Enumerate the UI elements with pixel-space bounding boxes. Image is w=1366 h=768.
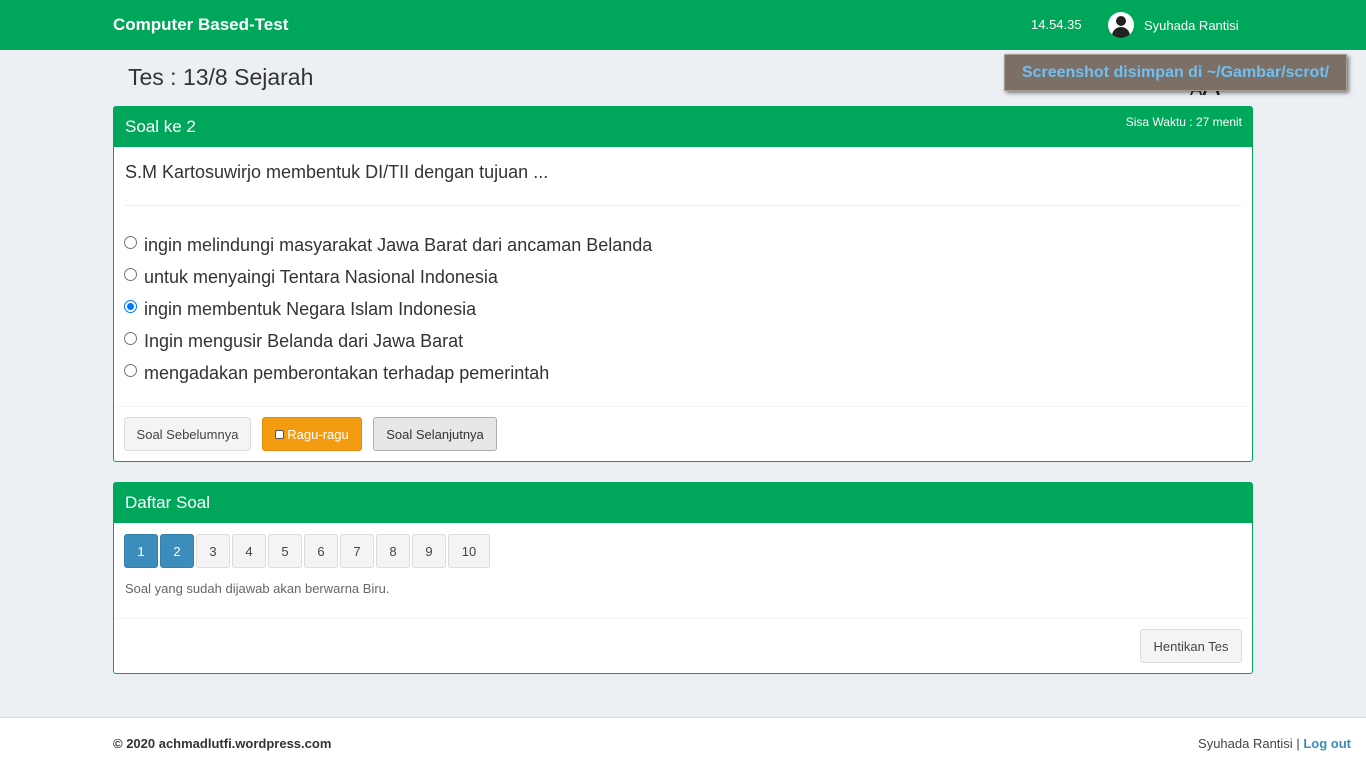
question-list-header: Daftar Soal (114, 483, 1252, 523)
next-question-button[interactable]: Soal Selanjutnya (373, 417, 497, 451)
question-list-title: Daftar Soal (125, 493, 211, 512)
previous-question-button[interactable]: Soal Sebelumnya (124, 417, 251, 451)
question-number-button-8[interactable]: 8 (376, 534, 410, 568)
question-number-title: Soal ke 2 (125, 117, 196, 136)
logout-link[interactable]: Log out (1303, 736, 1351, 751)
answer-option-label: ingin melindungi masyarakat Jawa Barat d… (144, 234, 653, 255)
question-box-header: Soal ke 2 Sisa Waktu : 27 menit (114, 107, 1252, 147)
footer-user-area: Syuhada Rantisi | Log out (1198, 736, 1351, 751)
ragu-ragu-label: Ragu-ragu (287, 426, 349, 442)
answer-option[interactable]: untuk menyaingi Tentara Nasional Indones… (124, 261, 652, 293)
answer-option-label: mengadakan pemberontakan terhadap pemeri… (144, 362, 550, 383)
user-menu[interactable]: Syuhada Rantisi (1108, 12, 1239, 38)
answer-options: ingin melindungi masyarakat Jawa Barat d… (124, 229, 652, 389)
answer-option[interactable]: mengadakan pemberontakan terhadap pemeri… (124, 357, 652, 389)
question-number-button-9[interactable]: 9 (412, 534, 446, 568)
question-box: Soal ke 2 Sisa Waktu : 27 menit S.M Kart… (113, 106, 1253, 462)
page-title: Tes : 13/8 Sejarah (128, 64, 314, 90)
divider (125, 205, 1242, 206)
radio[interactable] (124, 363, 137, 377)
question-number-button-4[interactable]: 4 (232, 534, 266, 568)
answer-option-label: Ingin mengusir Belanda dari Jawa Barat (144, 330, 464, 351)
radio[interactable] (124, 331, 137, 345)
question-number-button-1[interactable]: 1 (124, 534, 158, 568)
question-number-buttons: 1 2 3 4 5 6 7 8 9 10 (124, 534, 490, 568)
answer-option[interactable]: ingin membentuk Negara Islam Indonesia (124, 293, 652, 325)
footer-user-name: Syuhada Rantisi (1198, 736, 1293, 751)
ragu-ragu-button[interactable]: Ragu-ragu (262, 417, 362, 451)
question-number-button-6[interactable]: 6 (304, 534, 338, 568)
answer-option[interactable]: ingin melindungi masyarakat Jawa Barat d… (124, 229, 652, 261)
question-number-button-7[interactable]: 7 (340, 534, 374, 568)
question-number-button-10[interactable]: 10 (448, 534, 490, 568)
clock: 14.54.35 (1031, 17, 1082, 32)
footer-separator: | (1296, 736, 1300, 751)
answered-hint: Soal yang sudah dijawab akan berwarna Bi… (125, 581, 390, 596)
user-avatar-icon (1108, 12, 1134, 38)
question-list-box: Daftar Soal 1 2 3 4 5 6 7 8 9 10 Soal yang sudah … (113, 482, 1253, 674)
app-brand[interactable]: Computer Based-Test (113, 15, 288, 35)
answer-option[interactable]: Ingin mengusir Belanda dari Jawa Barat (124, 325, 652, 357)
user-name: Syuhada Rantisi (1144, 17, 1239, 33)
question-number-button-2[interactable]: 2 (160, 534, 194, 568)
radio-checked[interactable] (124, 299, 137, 313)
divider (114, 406, 1252, 407)
divider (114, 618, 1252, 619)
radio[interactable] (124, 235, 137, 249)
question-text: S.M Kartosuwirjo membentuk DI/TII dengan… (125, 162, 549, 182)
question-number-button-3[interactable]: 3 (196, 534, 230, 568)
question-number-button-5[interactable]: 5 (268, 534, 302, 568)
top-navbar: Computer Based-Test 14.54.35 Syuhada Ran… (0, 0, 1366, 50)
screenshot-notification: Screenshot disimpan di ~/Gambar/scrot/ (1004, 54, 1347, 91)
answer-option-label: ingin membentuk Negara Islam Indonesia (144, 298, 477, 319)
remaining-time: Sisa Waktu : 27 menit (1125, 115, 1242, 129)
stop-test-button[interactable]: Hentikan Tes (1140, 629, 1242, 663)
page-footer: © 2020 achmadlutfi.wordpress.com Syuhada… (0, 717, 1366, 768)
copyright: © 2020 achmadlutfi.wordpress.com (113, 736, 332, 751)
answer-option-label: untuk menyaingi Tentara Nasional Indones… (144, 266, 498, 287)
radio[interactable] (124, 267, 137, 281)
ragu-ragu-checkbox[interactable] (275, 429, 285, 439)
